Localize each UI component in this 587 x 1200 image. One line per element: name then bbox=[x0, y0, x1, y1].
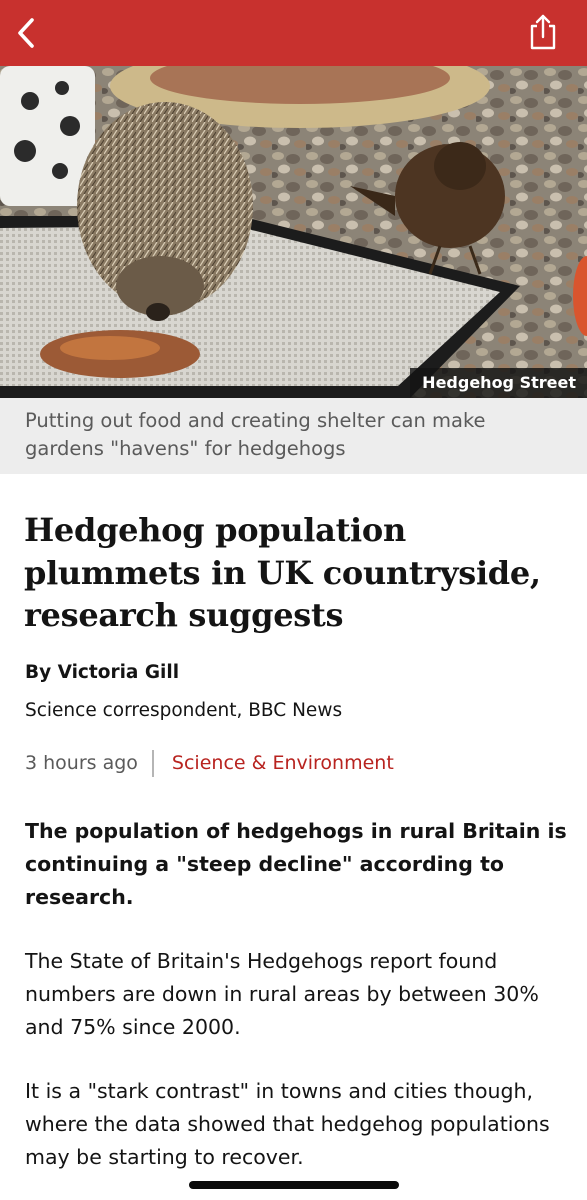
back-button[interactable] bbox=[6, 11, 46, 55]
image-caption: Putting out food and creating shelter ca… bbox=[0, 398, 587, 474]
share-icon bbox=[530, 14, 556, 50]
top-nav-bar bbox=[0, 0, 587, 66]
hedgehog-photo bbox=[0, 66, 587, 398]
topic-link[interactable]: Science & Environment bbox=[172, 752, 394, 774]
meta-divider bbox=[151, 749, 154, 777]
author-role: Science correspondent, BBC News bbox=[25, 700, 343, 721]
hero-image[interactable]: Hedgehog Street bbox=[0, 66, 587, 398]
chevron-left-icon bbox=[18, 18, 34, 48]
article-headline: Hedgehog population plummets in UK count… bbox=[24, 511, 541, 634]
share-button[interactable] bbox=[525, 10, 561, 54]
timestamp: 3 hours ago bbox=[25, 752, 138, 774]
author-name: By Victoria Gill bbox=[25, 662, 180, 683]
home-indicator[interactable] bbox=[189, 1181, 399, 1189]
photo-credit: Hedgehog Street bbox=[410, 368, 587, 398]
article-paragraph: It is a "stark contrast" in towns and ci… bbox=[25, 1079, 550, 1169]
article-meta: 3 hours ago Science & Environment bbox=[25, 748, 394, 778]
article-lead: The population of hedgehogs in rural Bri… bbox=[25, 819, 567, 909]
article-paragraph: The State of Britain's Hedgehogs report … bbox=[25, 949, 539, 1039]
